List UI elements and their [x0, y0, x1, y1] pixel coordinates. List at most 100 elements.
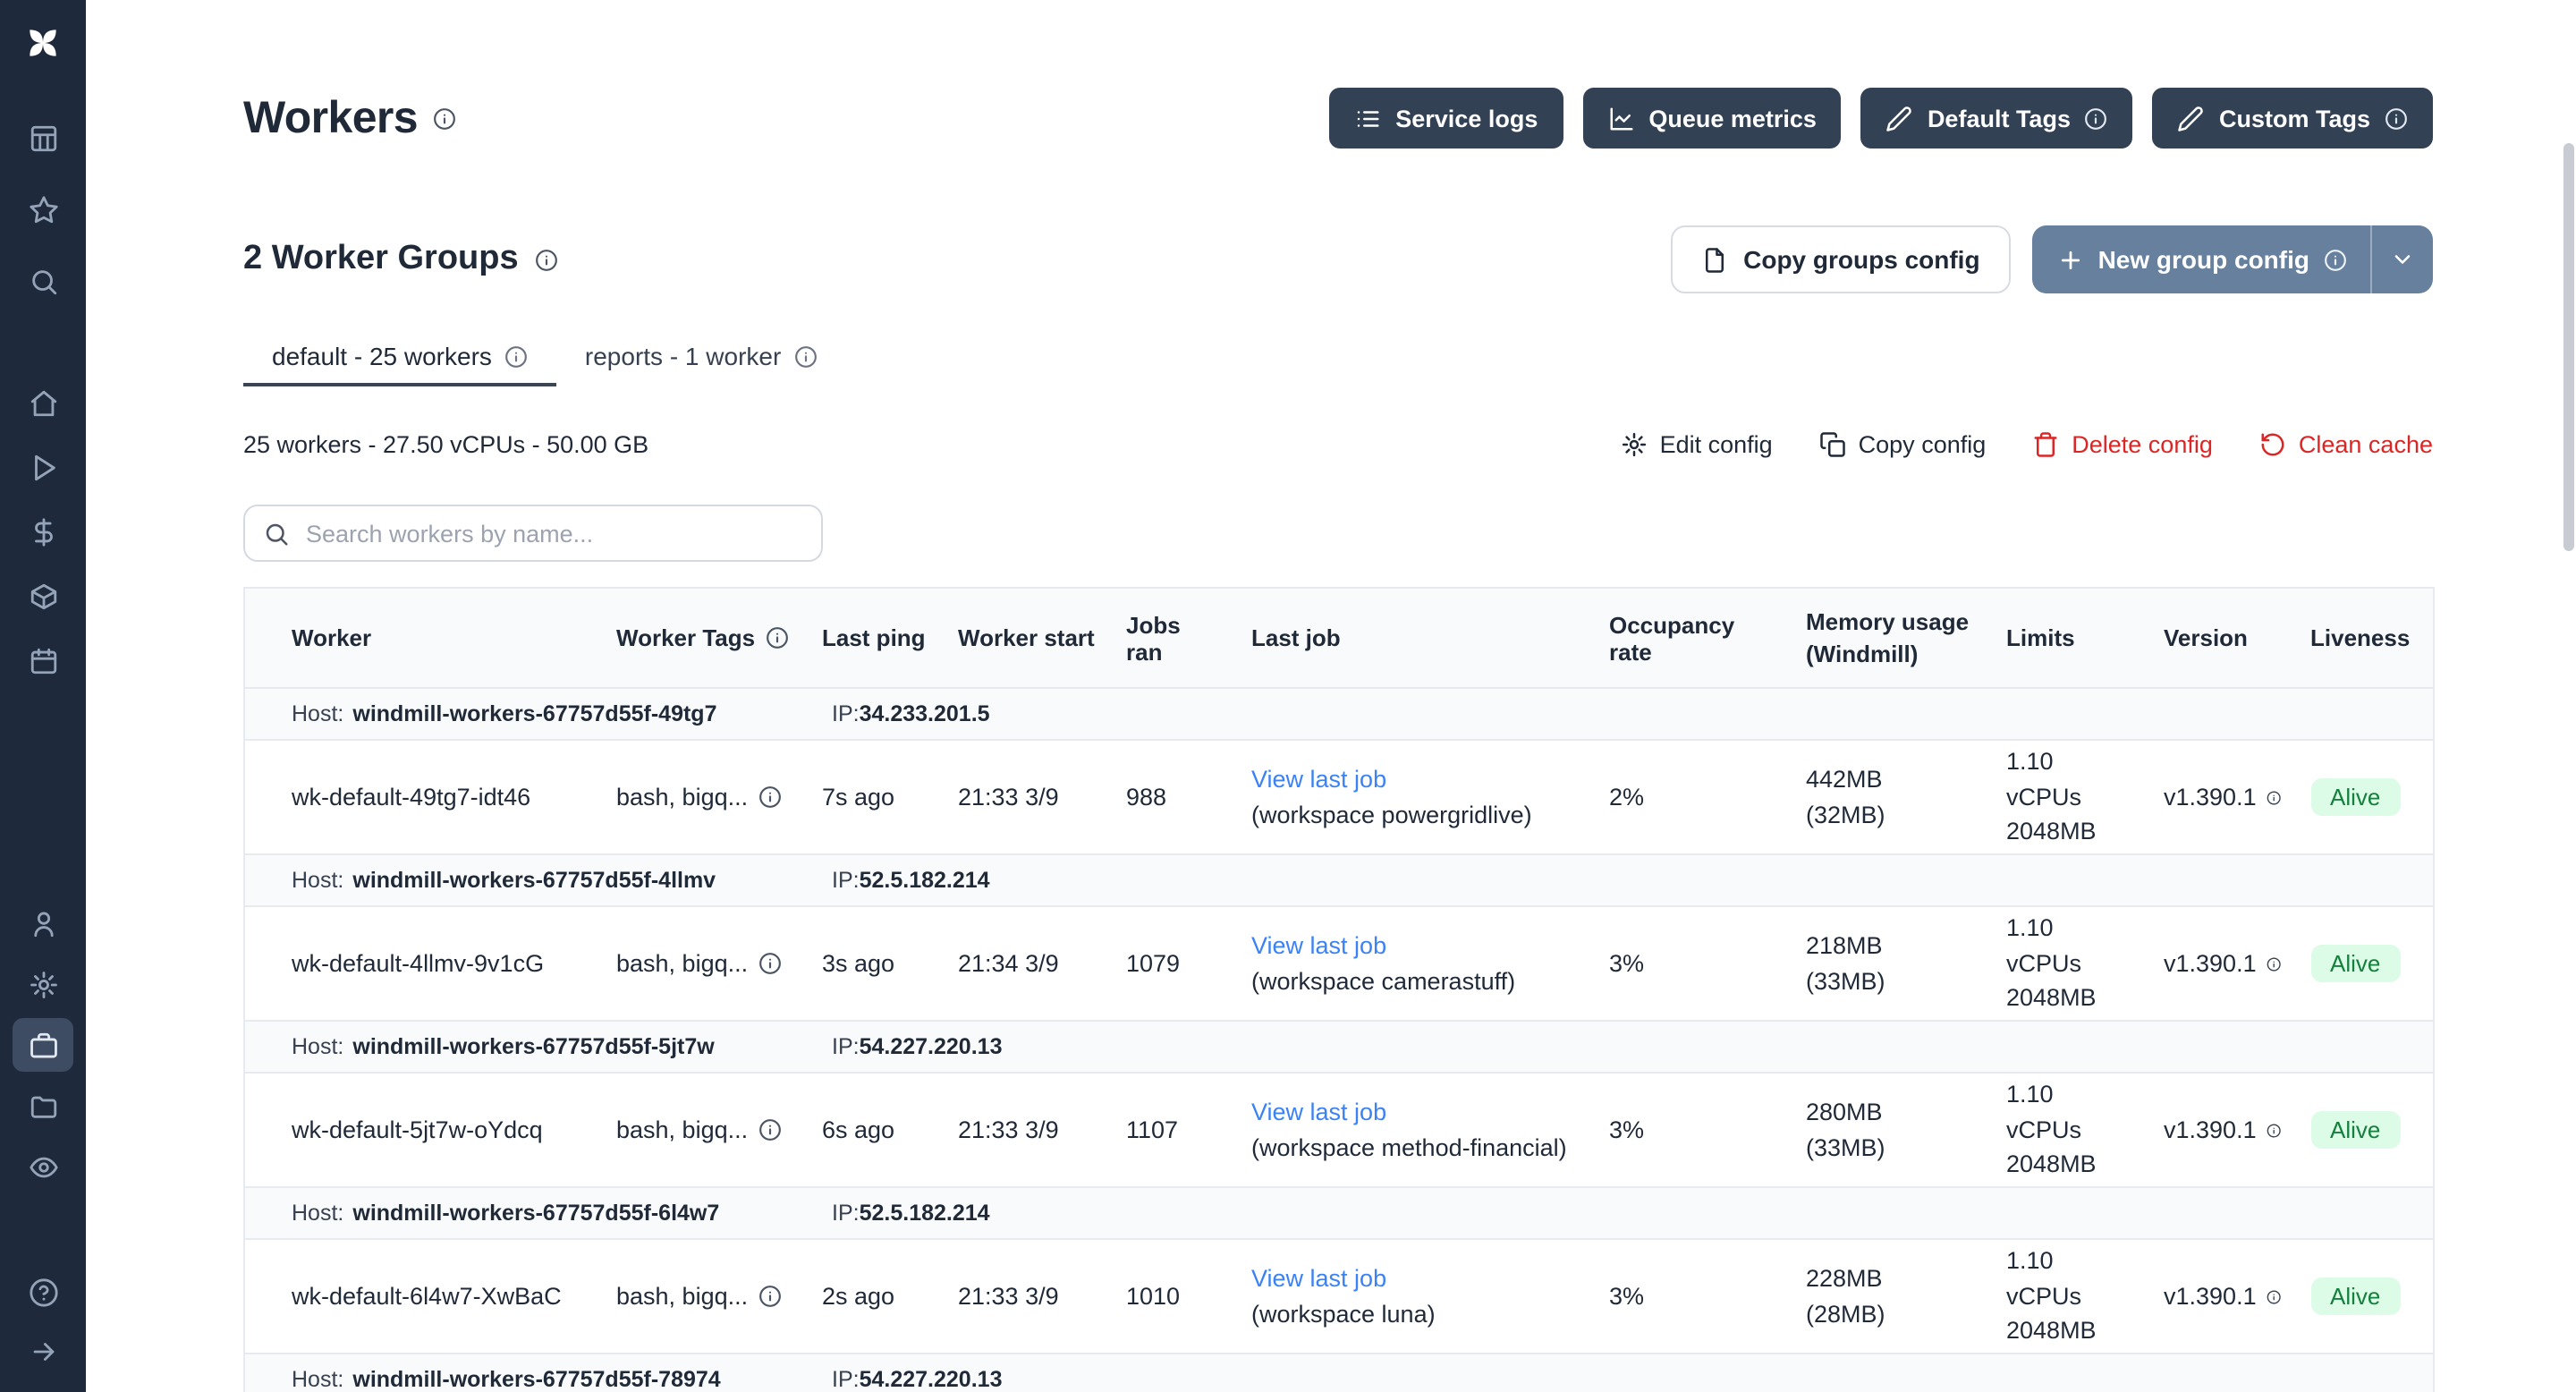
windmill-logo[interactable]	[0, 0, 86, 86]
default-tags-button[interactable]: Default Tags	[1861, 88, 2133, 149]
worker-row: wk-default-6l4w7-XwBaC bash, bigq... 2s …	[244, 1239, 2434, 1354]
info-icon[interactable]	[2267, 786, 2282, 808]
sidebar-group-admin	[13, 896, 73, 1193]
tab-default-group[interactable]: default - 25 workers	[243, 329, 556, 386]
worker-group-tabs: default - 25 workers reports - 1 worker	[243, 329, 2433, 386]
schedules-calendar-icon	[28, 645, 58, 675]
copy-config-button[interactable]: Copy config	[1819, 430, 1987, 457]
expand-arrow-icon	[28, 1336, 58, 1366]
gear-icon	[1621, 430, 1648, 457]
runs-play-icon	[28, 452, 58, 482]
col-worker-tags: Worker Tags	[602, 588, 808, 688]
resources-box-icon	[28, 581, 58, 611]
info-icon[interactable]	[535, 248, 558, 271]
sidebar-item-help[interactable]	[13, 1265, 73, 1319]
version-cell: v1.390.1	[2149, 1239, 2296, 1354]
host-ip: 54.227.220.13	[860, 1034, 1003, 1059]
last-job-cell: View last job (workspace method-financia…	[1237, 1073, 1595, 1187]
memory-cell: 228MB(28MB)	[1792, 1239, 1992, 1354]
occupancy-cell: 3%	[1595, 906, 1792, 1021]
delete-config-label: Delete config	[2072, 430, 2213, 457]
sidebar-item-home[interactable]	[13, 376, 73, 429]
host-row: Host:windmill-workers-67757d55f-78974 IP…	[244, 1354, 2434, 1392]
worker-name-cell: wk-default-6l4w7-XwBaC	[244, 1239, 602, 1354]
worker-tags-cell: bash, bigq...	[602, 1073, 808, 1187]
sidebar-item-users[interactable]	[13, 896, 73, 950]
sidebar-collapse-toggle[interactable]	[13, 1324, 73, 1378]
occupancy-cell: 2%	[1595, 740, 1792, 854]
search-input[interactable]	[243, 505, 823, 562]
sidebar-item-favorites[interactable]	[13, 182, 73, 236]
jobs-ran-cell: 988	[1112, 740, 1237, 854]
pencil-icon	[2178, 105, 2205, 132]
sidebar-item-workers[interactable]	[13, 1018, 73, 1072]
sidebar-item-schedules[interactable]	[13, 633, 73, 687]
sidebar-item-folders[interactable]	[13, 1079, 73, 1133]
settings-gear-icon	[28, 969, 58, 999]
app-window: Workers Service logs Queue metrics Defau…	[0, 0, 2576, 1392]
host-ip: 52.5.182.214	[860, 868, 990, 893]
queue-metrics-button[interactable]: Queue metrics	[1582, 88, 1842, 149]
scrollbar-thumb[interactable]	[2563, 143, 2574, 551]
page-scrollbar	[2562, 0, 2576, 1392]
edit-config-button[interactable]: Edit config	[1621, 430, 1773, 457]
col-limits: Limits	[1992, 588, 2149, 688]
col-occupancy-rate: Occupancy rate	[1595, 588, 1792, 688]
host-row: Host:windmill-workers-67757d55f-4llmv IP…	[244, 854, 2434, 906]
copy-icon	[1819, 430, 1846, 457]
sidebar-item-resources[interactable]	[13, 569, 73, 623]
info-icon[interactable]	[432, 106, 455, 130]
col-version: Version	[2149, 588, 2296, 688]
sidebar-group-top	[13, 111, 73, 308]
info-icon[interactable]	[758, 1285, 782, 1308]
last-ping-cell: 7s ago	[808, 740, 944, 854]
sidebar	[0, 0, 86, 1392]
sidebar-item-settings[interactable]	[13, 957, 73, 1011]
last-job-workspace: (workspace luna)	[1251, 1296, 1580, 1331]
service-logs-button[interactable]: Service logs	[1329, 88, 1563, 149]
clean-cache-button[interactable]: Clean cache	[2259, 430, 2433, 457]
col-memory-usage: Memory usage (Windmill)	[1792, 588, 1992, 688]
sidebar-item-apps[interactable]	[13, 111, 73, 165]
last-job-cell: View last job (workspace powergridlive)	[1237, 740, 1595, 854]
version-cell: v1.390.1	[2149, 1073, 2296, 1187]
worker-name-cell: wk-default-5jt7w-oYdcq	[244, 1073, 602, 1187]
apps-grid-icon	[28, 123, 58, 153]
info-icon[interactable]	[2267, 1286, 2282, 1307]
copy-groups-config-button[interactable]: Copy groups config	[1670, 225, 2010, 293]
worker-start-cell: 21:33 3/9	[944, 1073, 1112, 1187]
delete-config-button[interactable]: Delete config	[2032, 430, 2213, 457]
view-last-job-link[interactable]: View last job	[1251, 762, 1580, 797]
view-last-job-link[interactable]: View last job	[1251, 1095, 1580, 1130]
col-worker: Worker	[244, 588, 602, 688]
audit-eye-icon	[28, 1151, 58, 1182]
new-group-config-button[interactable]: New group config	[2032, 225, 2433, 293]
search-icon	[28, 266, 58, 296]
col-jobs-ran: Jobs ran	[1112, 588, 1237, 688]
new-group-config-label: New group config	[2098, 245, 2309, 274]
info-icon[interactable]	[2267, 1119, 2282, 1141]
sidebar-item-search[interactable]	[13, 254, 73, 308]
new-group-config-dropdown[interactable]	[2370, 225, 2433, 293]
sidebar-item-variables[interactable]	[13, 505, 73, 558]
custom-tags-button[interactable]: Custom Tags	[2153, 88, 2433, 149]
pencil-icon	[1886, 105, 1913, 132]
worker-start-cell: 21:34 3/9	[944, 906, 1112, 1021]
view-last-job-link[interactable]: View last job	[1251, 1261, 1580, 1296]
version-cell: v1.390.1	[2149, 906, 2296, 1021]
liveness-cell: Alive	[2296, 906, 2434, 1021]
info-icon[interactable]	[766, 626, 789, 649]
tab-reports-group[interactable]: reports - 1 worker	[556, 329, 845, 386]
info-icon[interactable]	[758, 1118, 782, 1142]
sidebar-item-audit-logs[interactable]	[13, 1140, 73, 1193]
view-last-job-link[interactable]: View last job	[1251, 929, 1580, 963]
info-icon[interactable]	[758, 785, 782, 809]
sidebar-item-runs[interactable]	[13, 440, 73, 494]
occupancy-cell: 3%	[1595, 1073, 1792, 1187]
last-ping-cell: 6s ago	[808, 1073, 944, 1187]
memory-cell: 280MB(33MB)	[1792, 1073, 1992, 1187]
copy-config-label: Copy config	[1859, 430, 1987, 457]
info-icon[interactable]	[2267, 953, 2282, 974]
info-icon[interactable]	[758, 952, 782, 975]
limits-cell: 1.10 vCPUs2048MB	[1992, 1073, 2149, 1187]
